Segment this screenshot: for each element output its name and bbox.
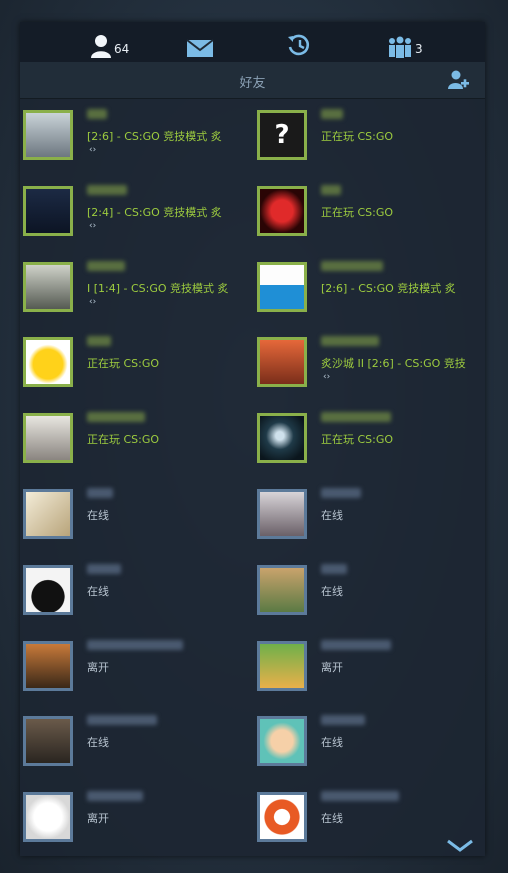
friend-tile[interactable]: I [1:4] - CS:GO 竞技模式 炙 ‹› [23,258,248,320]
friend-name-blurred [321,715,365,726]
friend-tile[interactable]: 在线 [257,712,482,774]
friend-name-blurred [87,184,127,195]
friend-status: 正在玩 CS:GO [321,433,394,447]
yellow-blob-avatar [23,337,73,388]
friend-status: 正在玩 CS:GO [87,357,160,371]
friend-name-blurred [321,109,343,119]
friend-status: 在线 [87,584,109,598]
friend-name-blurred [87,336,111,347]
anime-pair-avatar [257,489,307,539]
friend-tile[interactable]: 离开 [23,637,248,699]
pinwheel-avatar [23,489,73,539]
friend-status: 在线 [87,509,109,522]
black-cat-avatar [23,564,73,615]
friend-status: 正在玩 CS:GO [321,205,394,219]
friend-name-blurred [321,412,391,423]
red-logo-avatar [257,185,307,236]
friend-tile[interactable]: [2:6] - CS:GO 竞技模式 炙 [257,258,482,320]
add-friend-icon[interactable] [447,69,469,91]
friend-name-blurred [87,639,183,650]
friend-status: [2:6] - CS:GO 竞技模式 炙 [321,281,456,295]
blond-character-avatar [23,261,73,312]
friend-tile[interactable]: 在线 [257,485,482,547]
friend-tile[interactable]: [2:4] - CS:GO 竞技模式 炙 ‹› [23,182,248,244]
mail-icon [186,39,214,57]
friend-name-blurred [87,715,157,726]
friend-tile[interactable]: 炙沙城 II [2:6] - CS:GO 竞技 ‹› [257,333,482,395]
friend-tile[interactable]: 在线 [23,485,248,547]
friend-name-blurred [87,260,125,271]
friend-tile[interactable]: ? 正在玩 CS:GO [257,106,482,168]
friend-status: [2:6] - CS:GO 竞技模式 炙 [87,130,222,143]
friend-status: 正在玩 CS:GO [321,130,394,143]
group-icon [389,36,411,58]
friend-name-blurred [321,488,361,498]
friend-tile[interactable]: [2:6] - CS:GO 竞技模式 炙 ‹› [23,106,248,168]
friend-status: 离开 [87,660,109,674]
friend-name-blurred [87,563,121,574]
friends-panel: 64 3 好友 [2:6] - CS:GO 竞技模式 炙 ‹› ? 正在玩 CS… [20,22,485,856]
question-mark-avatar: ? [257,110,307,160]
friend-name-blurred [87,488,113,498]
friend-tile[interactable]: 正在玩 CS:GO [23,333,248,395]
friend-status: 在线 [321,509,343,522]
person-icon [91,35,111,58]
voice-indicator: ‹› [323,372,331,383]
friend-status: 在线 [321,584,343,598]
dog-avatar [257,564,307,615]
tattoo-avatar [23,716,73,767]
friend-tile[interactable]: 正在玩 CS:GO [23,409,248,471]
friend-status: 离开 [87,812,109,826]
anime-girl-avatar [257,337,307,388]
cartoon-frog-avatar [257,716,307,767]
friends-header: 好友 [20,62,485,99]
messages-tab[interactable] [186,26,214,58]
friend-name-blurred [321,563,347,574]
friend-name-blurred [321,639,391,650]
page-title: 好友 [239,76,266,91]
top-toolbar: 64 3 [20,22,485,62]
friend-name-blurred [321,791,399,802]
history-tab[interactable] [286,26,312,58]
dark-emblem-avatar [23,185,73,236]
friend-status: 在线 [321,812,343,826]
friend-status: 离开 [321,660,343,674]
friend-name-blurred [87,412,145,423]
friend-status: I [1:4] - CS:GO 竞技模式 炙 [87,281,229,295]
friend-tile[interactable]: 离开 [257,637,482,699]
friend-tile[interactable]: 正在玩 CS:GO [257,182,482,244]
orange-logo-avatar [257,792,307,843]
friend-status: 在线 [87,736,109,750]
voice-indicator: ‹› [89,296,97,307]
sketch-avatar [23,413,73,464]
sunglasses-man-avatar [23,640,73,691]
friend-status: 在线 [321,736,343,750]
friend-name-blurred [87,791,143,802]
friend-name-blurred [87,109,107,119]
friend-tile[interactable]: 在线 [23,561,248,623]
voice-indicator: ‹› [89,220,97,231]
friends-count: 64 [114,42,130,56]
friend-tile[interactable]: 离开 [23,788,248,850]
history-icon [288,34,310,56]
dalmatian-avatar [23,792,73,843]
raccoon-avatar [23,110,73,160]
friends-tab[interactable]: 64 [90,26,129,58]
friend-status: 正在玩 CS:GO [87,433,160,447]
friend-tile[interactable]: 正在玩 CS:GO [257,409,482,471]
scroll-down-icon[interactable] [446,839,474,853]
groups-tab[interactable]: 3 [387,26,423,58]
friend-name-blurred [321,260,383,271]
friend-name-blurred [321,184,341,195]
voice-indicator: ‹› [89,145,97,155]
night-moon-avatar [257,413,307,464]
friend-tile[interactable]: 在线 [23,712,248,774]
cartoon-fighter-avatar [257,640,307,691]
friend-status: [2:4] - CS:GO 竞技模式 炙 [87,205,222,219]
groups-count: 3 [415,42,423,56]
friend-tile[interactable]: 在线 [257,561,482,623]
friend-name-blurred [321,336,379,347]
durex-avatar [257,261,307,312]
friend-status: 炙沙城 II [2:6] - CS:GO 竞技 [321,357,466,371]
